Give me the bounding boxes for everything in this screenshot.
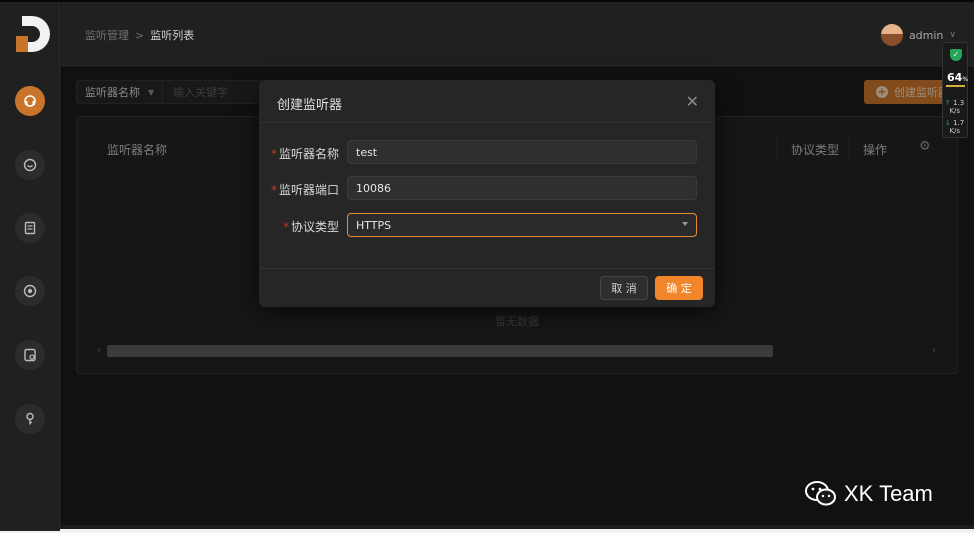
shield-check-icon: ✓ xyxy=(950,49,962,61)
field-label-protocol: * 协议类型 xyxy=(282,220,339,234)
watermark: XK Team xyxy=(804,480,933,508)
sidebar-item-key[interactable] xyxy=(15,404,45,434)
header: 监听管理 > 监听列表 admin ∨ xyxy=(61,2,974,66)
breadcrumb: 监听管理 > 监听列表 xyxy=(85,27,194,43)
form-row-protocol: * 协议类型 HTTPS xyxy=(259,213,715,237)
wechat-icon xyxy=(805,481,836,506)
sidebar xyxy=(0,2,60,531)
field-label-port: * 监听器端口 xyxy=(270,183,339,197)
field-label-name: * 监听器名称 xyxy=(270,147,339,161)
required-mark: * xyxy=(270,183,277,197)
dialog-header-divider xyxy=(259,122,715,123)
sidebar-item-document[interactable] xyxy=(15,213,45,243)
form-row-name: * 监听器名称 test xyxy=(259,140,715,164)
dialog-title: 创建监听器 xyxy=(277,98,343,113)
file-settings-icon xyxy=(24,348,36,362)
close-icon[interactable]: ✕ xyxy=(686,92,699,111)
user-name: admin xyxy=(908,28,944,42)
headset-icon xyxy=(24,95,36,107)
app-logo xyxy=(12,14,52,54)
document-icon xyxy=(24,221,36,235)
sidebar-item-headset[interactable] xyxy=(15,86,45,116)
arrow-up-icon: ↑ xyxy=(945,99,951,107)
required-mark: * xyxy=(270,147,277,161)
protocol-select-value: HTTPS xyxy=(356,218,392,232)
sidebar-item-target[interactable] xyxy=(15,276,45,306)
protocol-select[interactable]: HTTPS xyxy=(347,213,697,237)
listener-port-input[interactable]: 10086 xyxy=(347,176,697,200)
watermark-text: XK Team xyxy=(844,481,933,506)
avatar xyxy=(880,24,903,46)
confirm-button[interactable]: 确 定 xyxy=(655,276,703,300)
form-row-port: * 监听器端口 10086 xyxy=(259,176,715,200)
breadcrumb-parent[interactable]: 监听管理 xyxy=(85,27,129,43)
network-speed-widget[interactable]: ✓ 64% ↑ 1.3 K/s ↓ 1.7 K/s xyxy=(942,42,968,138)
chat-icon xyxy=(23,158,37,172)
cancel-button[interactable]: 取 消 xyxy=(600,276,648,300)
sidebar-item-settings-file[interactable] xyxy=(15,340,45,370)
chevron-down-icon: ∨ xyxy=(949,30,956,40)
usage-percent: 64% xyxy=(947,71,969,84)
target-icon xyxy=(23,284,37,298)
usage-bar xyxy=(946,85,965,87)
dialog-footer-divider xyxy=(259,268,715,269)
download-speed: ↓ 1.7 K/s xyxy=(945,119,965,135)
listener-name-input[interactable]: test xyxy=(347,140,697,164)
sidebar-item-chat[interactable] xyxy=(15,150,45,180)
breadcrumb-separator: > xyxy=(135,28,145,42)
upload-speed: ↑ 1.3 K/s xyxy=(945,99,965,115)
key-icon xyxy=(26,412,34,425)
create-listener-dialog: 创建监听器 ✕ * 监听器名称 test * 监听器端口 10086 * 协议类型 H… xyxy=(259,80,715,307)
required-mark: * xyxy=(282,220,289,234)
caret-down-icon xyxy=(682,222,688,226)
arrow-down-icon: ↓ xyxy=(945,119,951,127)
breadcrumb-current: 监听列表 xyxy=(150,29,195,42)
app-window: 监听管理 > 监听列表 admin ∨ 监听器名称 ▼ 输入关键字 + 创建监听… xyxy=(0,0,974,533)
